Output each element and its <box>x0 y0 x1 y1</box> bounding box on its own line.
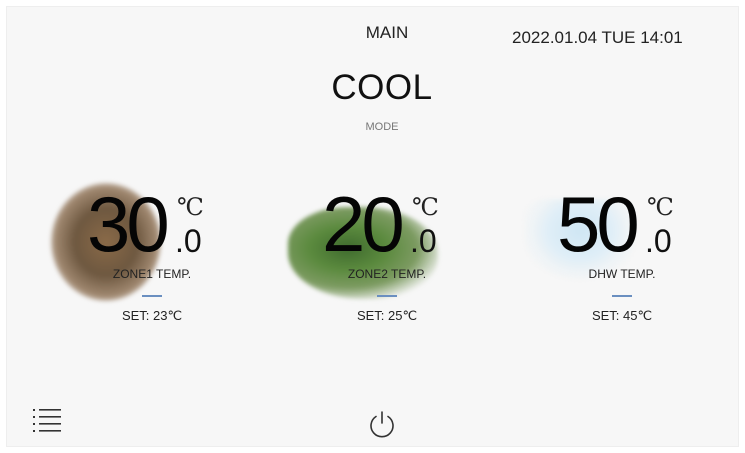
zone2-panel[interactable]: 20 ℃ .0 ZONE2 TEMP. SET: 25℃ <box>288 179 512 339</box>
datetime-display: 2022.01.04 TUE 14:01 <box>512 28 683 47</box>
list-menu-icon[interactable] <box>33 407 63 433</box>
zone1-temp-decimal: .0 <box>175 223 202 259</box>
zone2-indicator-bar <box>377 295 397 297</box>
zone1-label: ZONE1 TEMP. <box>112 267 192 281</box>
page-title: MAIN <box>365 23 409 42</box>
dhw-label: DHW TEMP. <box>588 267 656 281</box>
zone1-indicator-bar <box>142 295 162 297</box>
mode-label: MODE <box>365 121 399 133</box>
dhw-temp-unit: ℃ <box>647 193 674 221</box>
thermostat-screen: MAIN 2022.01.04 TUE 14:01 COOL MODE 30 ℃… <box>6 6 739 447</box>
dhw-indicator-bar <box>612 295 632 297</box>
zone1-setpoint[interactable]: SET: 23℃ <box>77 308 227 324</box>
zone2-label: ZONE2 TEMP. <box>347 267 427 281</box>
dhw-temp-decimal: .0 <box>645 223 672 259</box>
zone2-temp-integer: 20 <box>322 180 405 268</box>
power-icon[interactable] <box>367 409 397 439</box>
zone1-temp-unit: ℃ <box>177 193 204 221</box>
zone2-temp-decimal: .0 <box>410 223 437 259</box>
zone2-temp-unit: ℃ <box>412 193 439 221</box>
zone1-temp-integer: 30 <box>87 180 170 268</box>
dhw-setpoint[interactable]: SET: 45℃ <box>547 308 697 324</box>
dhw-panel[interactable]: 50 ℃ .0 DHW TEMP. SET: 45℃ <box>525 179 745 339</box>
dhw-temp-integer: 50 <box>557 180 640 268</box>
zone2-setpoint[interactable]: SET: 25℃ <box>312 308 462 324</box>
zone1-panel[interactable]: 30 ℃ .0 ZONE1 TEMP. SET: 23℃ <box>51 179 277 339</box>
mode-value[interactable]: COOL <box>307 68 457 108</box>
